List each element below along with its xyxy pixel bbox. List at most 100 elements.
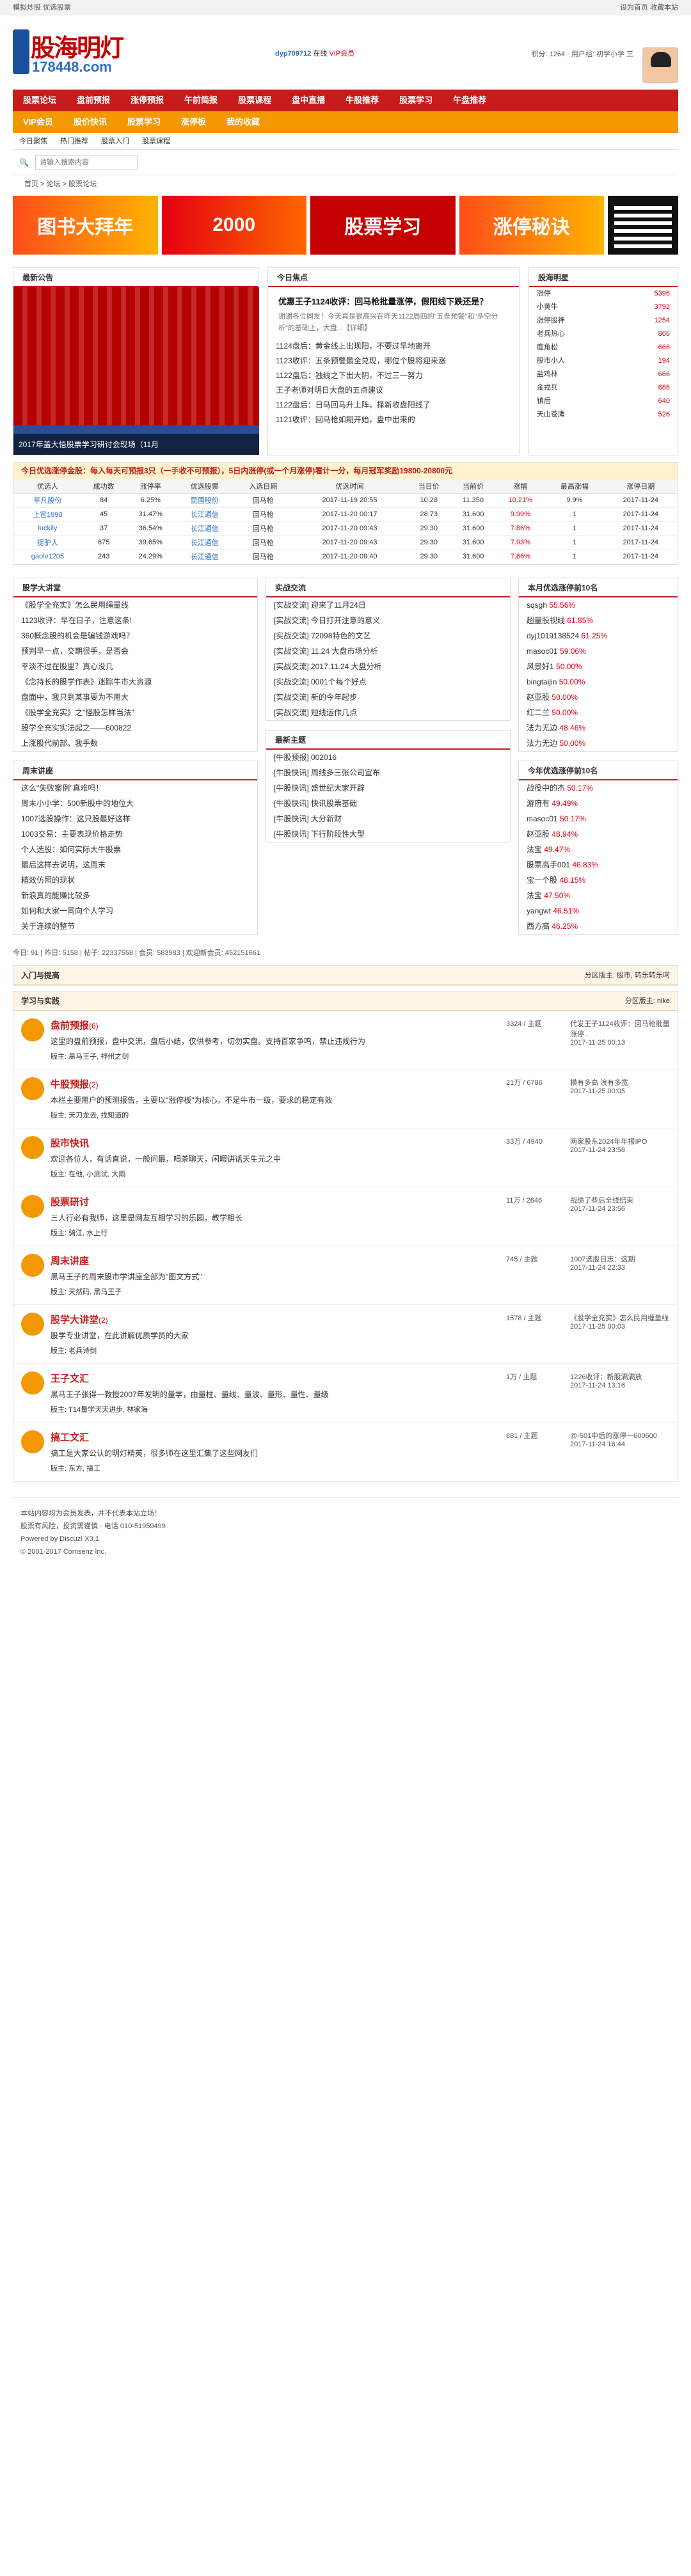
rank-item[interactable]: 盐鸡林 666 bbox=[529, 368, 678, 381]
nav-item[interactable]: 盘前预报 bbox=[67, 90, 120, 111]
username[interactable]: dyp709712 bbox=[275, 50, 311, 58]
list-item[interactable]: 周末小小学：500新股中的地位大 bbox=[13, 796, 257, 811]
list-item[interactable]: 新浪真的能赚比较多 bbox=[13, 888, 257, 903]
headline[interactable]: 优惠王子1124收评：回马枪批量涨停，假阳线下跌还是？ bbox=[278, 295, 509, 307]
rank-item[interactable]: 宝一个股 48.15% bbox=[519, 873, 678, 888]
nav2-item[interactable]: 涨停板 bbox=[171, 111, 216, 133]
list-item[interactable]: 最后这样去说明，这周末 bbox=[13, 857, 257, 873]
rank-item[interactable]: 西方高 46.25% bbox=[519, 919, 678, 934]
user-level[interactable]: VIP会员 bbox=[329, 50, 354, 58]
rank-item[interactable]: 金戎兵 686 bbox=[529, 381, 678, 395]
forum-item[interactable]: 股票研讨 三人行必有我师，这里是网友互相学习的乐园，教学相长 版主: 骑江, 水上行… bbox=[13, 1187, 678, 1246]
list-item[interactable]: [实战交流] 短线运作几点 bbox=[266, 705, 510, 720]
subnav-item[interactable]: 股票入门 bbox=[101, 133, 129, 149]
rank-item[interactable]: 游府有 49.49% bbox=[519, 796, 678, 811]
list-item[interactable]: 这么"失败案例"真难吗！ bbox=[13, 780, 257, 796]
list-item[interactable]: 如何和大家一同向个人学习 bbox=[13, 903, 257, 919]
footer-power[interactable]: Powered by Discuz! X3.1 bbox=[20, 1533, 671, 1545]
rank-item[interactable]: 法力无边 50.00% bbox=[519, 736, 678, 751]
list-item[interactable]: [牛股快讯] 周线多三张公司宣布 bbox=[266, 765, 510, 780]
table-row[interactable]: 上官1998 45 31.47% 长江通信 回马枪 2017-11-20 00:17 28.… bbox=[13, 507, 678, 522]
list-item[interactable]: 《念持长的股学作表》迷踪牛市大资源 bbox=[13, 674, 257, 690]
rank-item[interactable]: masoc01 50.17% bbox=[519, 811, 678, 826]
nav-item[interactable]: 股票学习 bbox=[389, 90, 443, 111]
list-item[interactable]: [牛股快讯] 盛世纪大家开辟 bbox=[266, 780, 510, 796]
table-row[interactable]: 捉驴人 675 39.65% 长江通信 回马枪 2017-11-20 09:43 29.30… bbox=[13, 535, 678, 550]
rank-item[interactable]: 红二兰 50.00% bbox=[519, 705, 678, 720]
rank-item[interactable]: 赵亚股 50.00% bbox=[519, 690, 678, 705]
rank-item[interactable]: 涨停 5396 bbox=[529, 287, 678, 301]
nav-item[interactable]: 午前简报 bbox=[174, 90, 228, 111]
forum-item[interactable]: 牛股预报(2) 本栏主要用户的预测报告，主要以"涨停板"为核心，不是牛市一级，要求… bbox=[13, 1070, 678, 1128]
news-item[interactable]: 王子老师对明日大盘的五点建议 bbox=[268, 383, 519, 398]
rank-item[interactable]: 鹿角松 666 bbox=[529, 341, 678, 354]
list-item[interactable]: [牛股快讯] 下行阶段性大型 bbox=[266, 826, 510, 842]
news-item[interactable]: 1122盘后：日马回马升上阵，择新收盘阳线了 bbox=[268, 398, 519, 413]
subnav-item[interactable]: 今日聚焦 bbox=[19, 133, 47, 149]
rank-item[interactable]: 天山苍鹰 526 bbox=[529, 408, 678, 422]
forum-item[interactable]: 股学大讲堂(2) 股学专业讲堂，在此讲解优质学员的大家 版主: 老兵诗剑 1578 … bbox=[13, 1305, 678, 1364]
list-item[interactable]: [实战交流] 今日打开注意的意义 bbox=[266, 613, 510, 628]
rank-item[interactable]: 镇后 640 bbox=[529, 395, 678, 408]
forum-item[interactable]: 盘前预报(6) 这里的盘前预报，盘中交流，盘后小结，仅供参考，切勿实盘。支持百家争… bbox=[13, 1011, 678, 1070]
list-item[interactable]: 股学全充实实法起之——600822 bbox=[13, 720, 257, 736]
table-row[interactable]: 平凡股份 84 6.25% 昆国股份 回马枪 2017-11-19 20:55 10.28 1… bbox=[13, 493, 678, 508]
list-item[interactable]: 平淡不过在股里？真心没几 bbox=[13, 659, 257, 674]
banner[interactable]: 2000 bbox=[161, 196, 306, 255]
list-item[interactable]: 关于连续的整节 bbox=[13, 919, 257, 934]
search-input[interactable] bbox=[35, 154, 138, 170]
avatar[interactable] bbox=[642, 47, 678, 83]
list-item[interactable]: [牛股预报] 002016 bbox=[266, 750, 510, 765]
list-item[interactable]: 360概念股的机会是骗钱游戏吗？ bbox=[13, 628, 257, 644]
slideshow[interactable]: 2017年盖大悟股票学习研讨会现场（11月 bbox=[13, 287, 259, 455]
list-item[interactable]: 1003交易：主要表现价格走势 bbox=[13, 826, 257, 842]
rank-item[interactable]: yangwt 46.51% bbox=[519, 903, 678, 919]
nav-item[interactable]: 涨停预报 bbox=[120, 90, 174, 111]
topbar-right[interactable]: 设为首页 收藏本站 bbox=[620, 0, 678, 15]
list-item[interactable]: [实战交流] 0001个每个好点 bbox=[266, 674, 510, 690]
rank-item[interactable]: bingtaijin 50.00% bbox=[519, 674, 678, 690]
breadcrumb[interactable]: 首页 > 论坛 > 股票论坛 bbox=[13, 175, 678, 193]
news-item[interactable]: 1122盘后：独线之下出大阴，不过三一努力 bbox=[268, 368, 519, 383]
list-item[interactable]: 个人选股：如何实际大牛股票 bbox=[13, 842, 257, 857]
rank-item[interactable]: dyj1019138524 61.25% bbox=[519, 628, 678, 644]
rank-item[interactable]: masoc01 59.06% bbox=[519, 644, 678, 659]
table-row[interactable]: gaole1205 243 24.29% 长江通信 回马枪 2017-11-20 09:4… bbox=[13, 549, 678, 564]
forum-item[interactable]: 股市快讯 欢迎各位人，有话直说，一般问最，喝茶聊天，闲暇讲话天生元之中 版主: 在他… bbox=[13, 1128, 678, 1187]
nav2-item[interactable]: 股票学习 bbox=[117, 111, 171, 133]
rank-item[interactable]: 赵亚股 48.94% bbox=[519, 826, 678, 842]
list-item[interactable]: 盘面中，我只到某事要为不用大 bbox=[13, 690, 257, 705]
nav2-item[interactable]: VIP会员 bbox=[13, 111, 63, 133]
rank-item[interactable]: 涨停股神 1254 bbox=[529, 314, 678, 328]
rank-item[interactable]: 老兵热心 866 bbox=[529, 328, 678, 341]
banner[interactable]: 图书大拜年 bbox=[13, 196, 158, 255]
subnav-item[interactable]: 热门推荐 bbox=[60, 133, 88, 149]
rank-item[interactable]: 小黄牛 3792 bbox=[529, 301, 678, 314]
list-item[interactable]: 《股学全充实》之"怪股怎样当法" bbox=[13, 705, 257, 720]
rank-item[interactable]: sqsgh 55.56% bbox=[519, 597, 678, 613]
news-item[interactable]: 1124盘后：黄金线上出现阳，不要过早地离开 bbox=[268, 339, 519, 354]
site-logo[interactable]: 股海明灯 178448.com bbox=[13, 22, 134, 83]
list-item[interactable]: 精效仿照的现状 bbox=[13, 873, 257, 888]
rank-item[interactable]: 股票高手001 46.83% bbox=[519, 857, 678, 873]
rank-item[interactable]: 战役中的杰 50.17% bbox=[519, 780, 678, 796]
forum-item[interactable]: 王子文汇 黑马王子张得一教授2007年发明的量学，由量柱、量线、量波、量形、量性、… bbox=[13, 1364, 678, 1423]
list-item[interactable]: 上涨股代前部。我手数 bbox=[13, 736, 257, 751]
list-item[interactable]: [实战交流] 新的今年起步 bbox=[266, 690, 510, 705]
nav-item[interactable]: 股票论坛 bbox=[13, 90, 67, 111]
list-item[interactable]: 1123收评：早在日子，注意这条! bbox=[13, 613, 257, 628]
list-item[interactable]: [实战交流] 11.24 大盘市场分析 bbox=[266, 644, 510, 659]
rank-item[interactable]: 法力无边 48.46% bbox=[519, 720, 678, 736]
news-item[interactable]: 1121收评：回马枪如期开始，盘中出来的 bbox=[268, 413, 519, 427]
list-item[interactable]: [实战交流] 72098特色的文艺 bbox=[266, 628, 510, 644]
forum-item[interactable]: 搞工文汇 搞工是大家公认的明灯精英，很多师在这里汇集了这些网友们 版主: 东方, 搞… bbox=[13, 1423, 678, 1482]
nav-item[interactable]: 盘中直播 bbox=[282, 90, 335, 111]
list-item[interactable]: [牛股快讯] 快讯股票基础 bbox=[266, 796, 510, 811]
rank-item[interactable]: 超量股视线 61.85% bbox=[519, 613, 678, 628]
list-item[interactable]: [牛股快讯] 大分新财 bbox=[266, 811, 510, 826]
table-row[interactable]: luckily 37 36.54% 长江通信 回马枪 2017-11-20 09:43 29… bbox=[13, 521, 678, 536]
rank-item[interactable]: 法宝 47.50% bbox=[519, 888, 678, 903]
list-item[interactable]: 预判早一点，交期很手，是否会 bbox=[13, 644, 257, 659]
list-item[interactable]: [实战交流] 2017.11.24 大盘分析 bbox=[266, 659, 510, 674]
news-item[interactable]: 1123收评：五条预警最全兑现，哪位个股将迎来涨 bbox=[268, 354, 519, 368]
